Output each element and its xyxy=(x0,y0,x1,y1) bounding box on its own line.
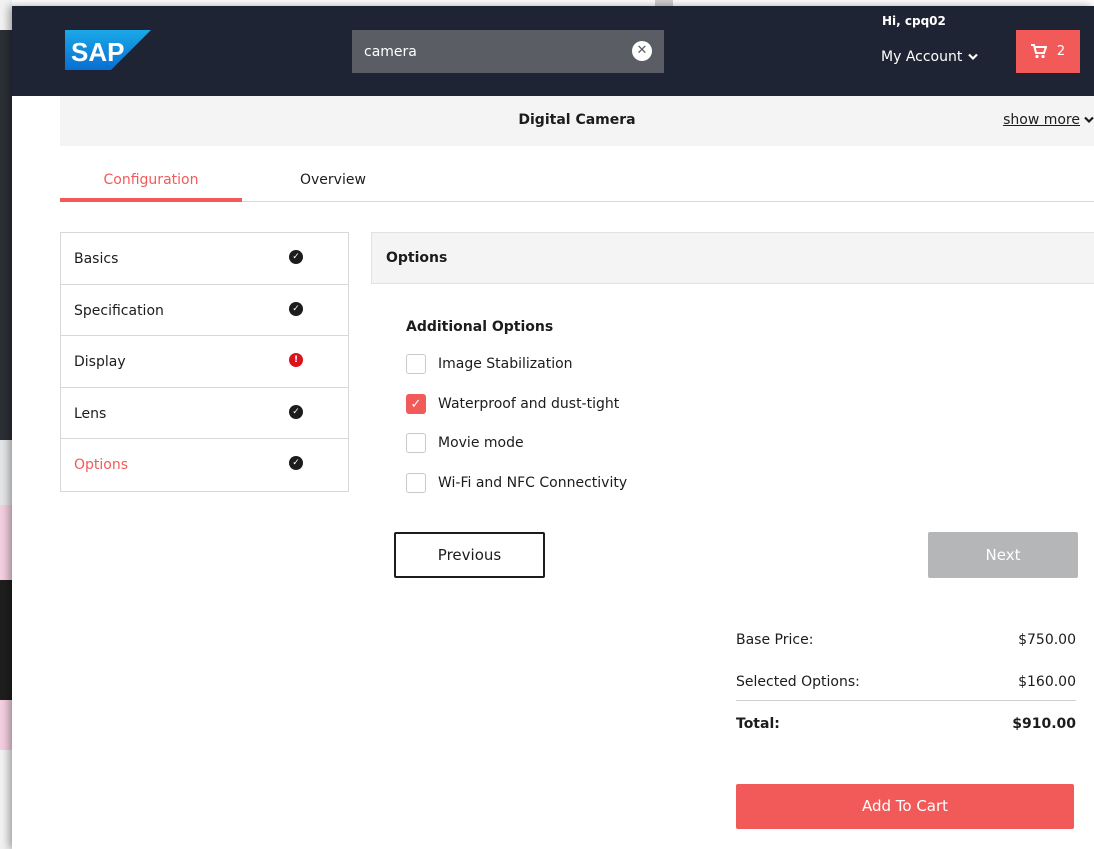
tab-bar: Configuration Overview xyxy=(60,146,1094,202)
price-divider xyxy=(736,700,1076,701)
tab-configuration[interactable]: Configuration xyxy=(60,172,242,188)
option-label: Movie mode xyxy=(438,435,524,451)
cart-icon xyxy=(1030,44,1047,59)
product-bar: Digital Camera show more xyxy=(60,96,1094,146)
base-price-value: $750.00 xyxy=(1018,632,1076,648)
my-account-menu[interactable]: My Account xyxy=(881,49,979,65)
options-section-header: Options xyxy=(371,232,1094,284)
configurator-panel: SAP ✕ Hi, cpq02 My Account 2 Digital Cam… xyxy=(12,6,1094,849)
options-section-title: Options xyxy=(386,250,448,266)
checkbox[interactable] xyxy=(406,354,426,374)
step-lens[interactable]: Lens ✓ xyxy=(61,388,348,440)
active-tab-indicator xyxy=(60,198,242,202)
base-price-label: Base Price: xyxy=(736,632,814,648)
option-label: Wi-Fi and NFC Connectivity xyxy=(438,475,628,491)
step-basics[interactable]: Basics ✓ xyxy=(61,233,348,285)
show-more-label: show more xyxy=(1003,112,1080,128)
step-options[interactable]: Options ✓ xyxy=(61,439,348,491)
user-greeting: Hi, cpq02 xyxy=(882,14,946,28)
product-title: Digital Camera xyxy=(518,112,636,128)
checkbox[interactable] xyxy=(406,473,426,493)
check-circle-icon: ✓ xyxy=(289,301,303,316)
add-to-cart-button[interactable]: Add To Cart xyxy=(736,784,1074,829)
chevron-down-icon xyxy=(968,53,979,61)
search-box: ✕ xyxy=(352,30,664,73)
background-banner xyxy=(0,30,12,440)
additional-options-title: Additional Options xyxy=(406,319,554,335)
background-lens-image xyxy=(0,580,12,700)
selected-options-value: $160.00 xyxy=(1018,674,1076,690)
my-account-label: My Account xyxy=(881,49,963,65)
step-label: Options xyxy=(74,457,129,474)
site-header: SAP ✕ Hi, cpq02 My Account 2 xyxy=(12,6,1094,96)
clear-search-icon[interactable]: ✕ xyxy=(632,41,652,61)
chevron-down-icon xyxy=(1084,116,1094,124)
sap-logo[interactable]: SAP xyxy=(65,30,151,70)
step-label: Specification xyxy=(74,302,164,319)
next-button[interactable]: Next xyxy=(928,532,1078,578)
step-list: Basics ✓ Specification ✓ Display ! Lens … xyxy=(60,232,349,492)
total-value: $910.00 xyxy=(1012,716,1076,732)
step-display[interactable]: Display ! xyxy=(61,336,348,388)
step-specification[interactable]: Specification ✓ xyxy=(61,285,348,337)
search-input[interactable] xyxy=(364,43,624,60)
logo-text: SAP xyxy=(71,37,124,67)
check-circle-icon: ✓ xyxy=(289,404,303,419)
checkbox-checked[interactable]: ✓ xyxy=(406,394,426,414)
option-label: Image Stabilization xyxy=(438,356,573,372)
option-movie-mode[interactable]: Movie mode xyxy=(406,433,524,453)
option-waterproof[interactable]: ✓ Waterproof and dust-tight xyxy=(406,394,619,414)
selected-options-label: Selected Options: xyxy=(736,674,860,690)
cart-button[interactable]: 2 xyxy=(1016,30,1080,73)
step-label: Display xyxy=(74,354,126,371)
show-more-link[interactable]: show more xyxy=(1003,112,1094,128)
check-circle-icon: ✓ xyxy=(289,456,303,471)
previous-button[interactable]: Previous xyxy=(394,532,545,578)
check-circle-icon: ✓ xyxy=(289,250,303,264)
tab-overview[interactable]: Overview xyxy=(300,172,366,188)
option-image-stabilization[interactable]: Image Stabilization xyxy=(406,354,573,374)
total-label: Total: xyxy=(736,716,780,732)
error-exclamation-icon: ! xyxy=(289,353,303,368)
step-label: Basics xyxy=(74,251,119,267)
checkbox[interactable] xyxy=(406,433,426,453)
cart-count: 2 xyxy=(1056,44,1066,59)
step-label: Lens xyxy=(74,405,107,422)
option-label: Waterproof and dust-tight xyxy=(438,396,620,412)
background-strip xyxy=(0,440,12,510)
option-wifi-nfc[interactable]: Wi-Fi and NFC Connectivity xyxy=(406,473,627,493)
